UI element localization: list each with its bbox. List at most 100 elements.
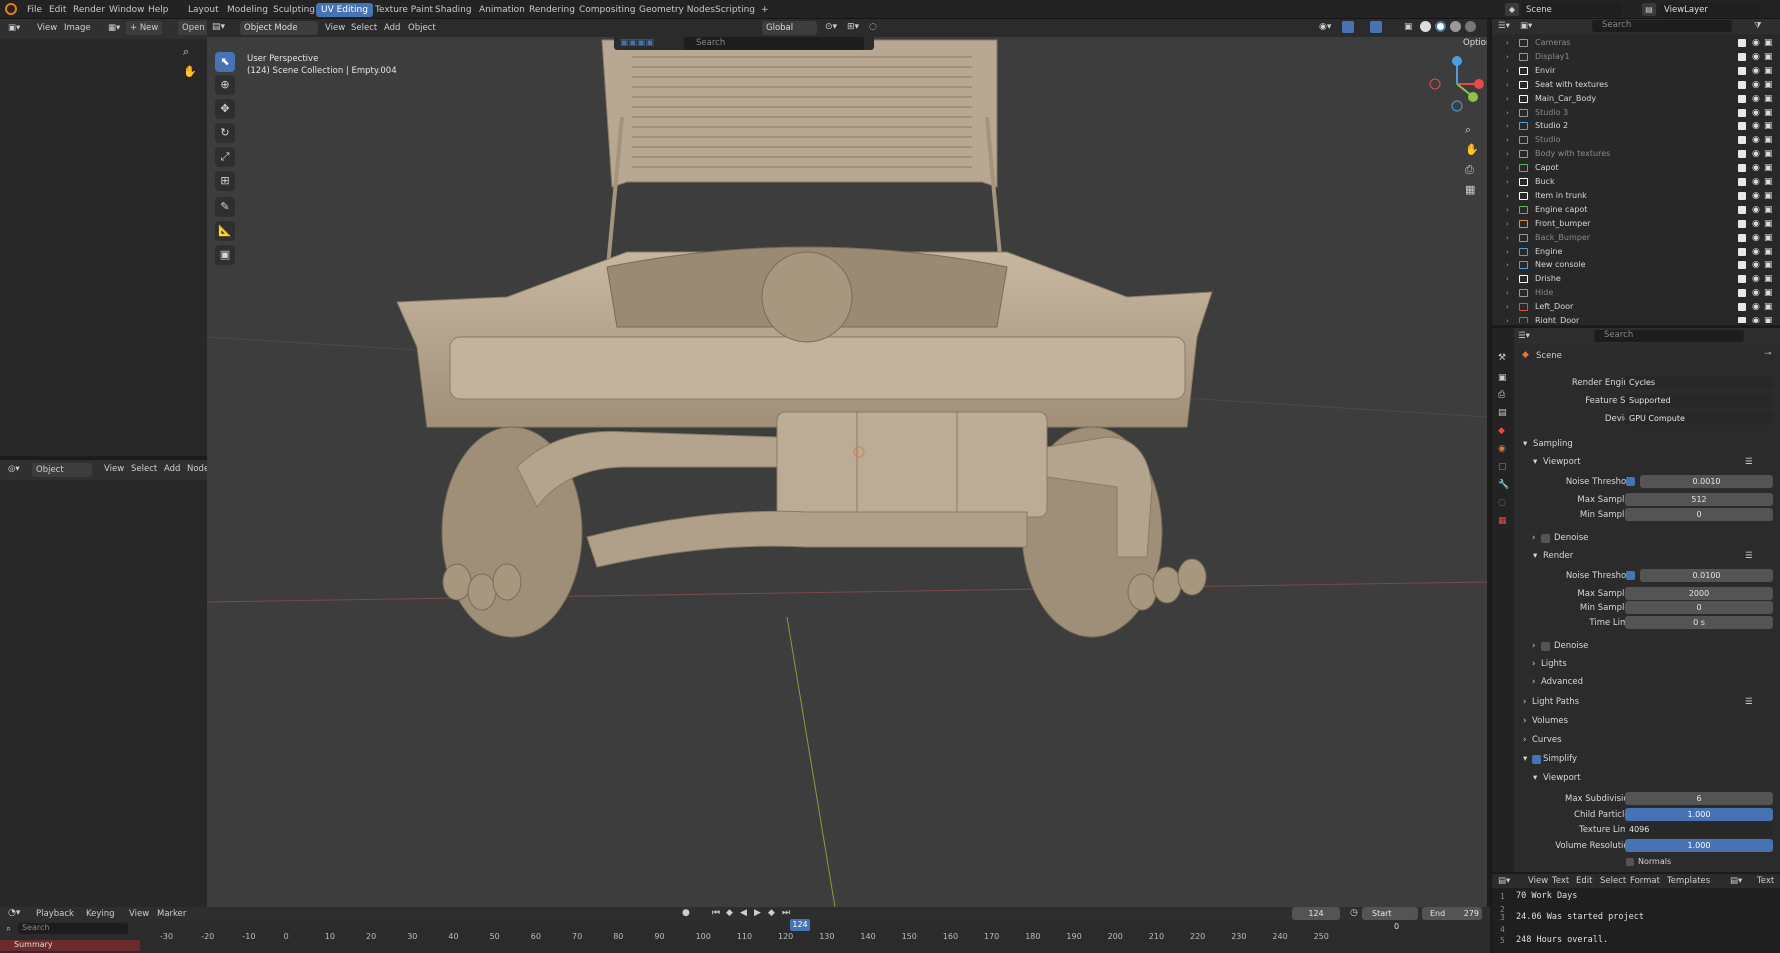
text-line[interactable]: 24.06 Was started project (1516, 912, 1644, 922)
playhead[interactable]: 124 (790, 919, 810, 931)
scene-tab-icon[interactable]: ◆ (1498, 426, 1505, 436)
expand-arrow-icon[interactable]: › (1506, 119, 1509, 133)
visibility-icon[interactable]: ◉▾ (1319, 22, 1331, 32)
outliner-display-icon[interactable]: ▣▾ (1520, 21, 1532, 31)
proportional-edit-icon[interactable]: ◌ (869, 22, 877, 32)
curves-section[interactable]: Curves (1532, 733, 1562, 747)
expand-arrow-icon[interactable]: › (1506, 147, 1509, 161)
viewport-subsection-arrow[interactable]: ▾ (1533, 455, 1537, 469)
outliner-item[interactable]: › Studio 2 ◉ ▣ (1492, 119, 1780, 133)
include-checkbox[interactable] (1738, 136, 1746, 145)
shading-material-icon[interactable] (1450, 21, 1461, 32)
eye-icon[interactable]: ◉ (1752, 135, 1760, 145)
measure-tool-icon[interactable]: 📐 (215, 221, 235, 241)
node-menu-select[interactable]: Select (131, 464, 157, 474)
expand-arrow-icon[interactable]: › (1506, 175, 1509, 189)
viewport-search-input[interactable]: Search (684, 37, 864, 50)
outliner-search-input[interactable]: Search (1592, 20, 1732, 32)
simplify-viewport-subsection[interactable]: Viewport (1543, 771, 1581, 785)
text-datablock-icon[interactable]: ▤▾ (1730, 876, 1742, 886)
expand-arrow-icon[interactable]: › (1506, 161, 1509, 175)
include-checkbox[interactable] (1738, 80, 1746, 89)
timeline-search-input[interactable]: Search (18, 923, 128, 934)
camera-icon[interactable]: ▣ (1764, 274, 1773, 284)
outliner-item[interactable]: › Engine ◉ ▣ (1492, 245, 1780, 259)
include-checkbox[interactable] (1738, 233, 1746, 242)
outliner-item[interactable]: › Back_Bumper ◉ ▣ (1492, 231, 1780, 245)
timeline-menu-marker[interactable]: Marker (157, 909, 186, 919)
camera-icon[interactable]: ▣ (1764, 121, 1773, 131)
camera-icon[interactable]: ▣ (1764, 247, 1773, 257)
eye-icon[interactable]: ◉ (1752, 247, 1760, 257)
simplify-arrow[interactable]: ▾ (1523, 752, 1527, 766)
camera-icon[interactable]: ▣ (1764, 52, 1773, 62)
camera-icon[interactable]: ▣ (1764, 316, 1773, 323)
menu-help[interactable]: Help (143, 3, 174, 17)
include-checkbox[interactable] (1738, 275, 1746, 284)
timeline-menu-keying[interactable]: Keying (86, 909, 115, 919)
camera-view-icon[interactable]: ⎙ (1465, 163, 1474, 177)
camera-icon[interactable]: ▣ (1764, 135, 1773, 145)
include-checkbox[interactable] (1738, 94, 1746, 103)
expand-arrow-icon[interactable]: › (1506, 286, 1509, 300)
expand-arrow-icon[interactable]: › (1506, 64, 1509, 78)
expand-arrow-icon[interactable]: › (1506, 272, 1509, 286)
include-checkbox[interactable] (1738, 164, 1746, 173)
expand-arrow-icon[interactable]: › (1506, 189, 1509, 203)
r-noise-threshold-field[interactable]: 0.0100 (1640, 569, 1773, 582)
timeline-ruler[interactable]: -30 -20 -10 0 10 20 30 40 50 60 70 80 90 100 110 120 130… (140, 919, 1490, 953)
feature-set-dropdown[interactable]: Supported (1625, 394, 1773, 407)
eye-icon[interactable]: ◉ (1752, 121, 1760, 131)
include-checkbox[interactable] (1738, 39, 1746, 47)
r-min-samples-field[interactable]: 0 (1625, 601, 1773, 614)
camera-icon[interactable]: ▣ (1764, 260, 1773, 270)
normals-checkbox[interactable] (1626, 858, 1634, 866)
camera-icon[interactable]: ▣ (1764, 191, 1773, 201)
eye-icon[interactable]: ◉ (1752, 66, 1760, 76)
expand-arrow-icon[interactable]: › (1506, 50, 1509, 64)
text-line[interactable]: 70 Work Days (1516, 891, 1577, 901)
expand-arrow-icon[interactable]: › (1506, 217, 1509, 231)
expand-arrow-icon[interactable]: › (1506, 133, 1509, 147)
include-checkbox[interactable] (1738, 108, 1746, 117)
transform-tool-icon[interactable]: ⊞ (215, 171, 235, 191)
outliner-item[interactable]: › Hide ◉ ▣ (1492, 286, 1780, 300)
render-subsection[interactable]: Render (1543, 549, 1573, 563)
grid-view-icon[interactable]: ▦ (1465, 183, 1475, 196)
vp-max-samples-field[interactable]: 512 (1625, 493, 1773, 506)
text-menu-templates[interactable]: Templates (1667, 876, 1710, 886)
node-editor-type-icon[interactable]: ◎▾ (8, 464, 20, 474)
include-checkbox[interactable] (1738, 122, 1746, 131)
shading-wireframe-icon[interactable] (1420, 21, 1431, 32)
open-image-button[interactable]: Open (178, 21, 209, 35)
render-subsection-arrow[interactable]: ▾ (1533, 549, 1537, 563)
navigation-gizmo[interactable] (1427, 54, 1487, 114)
timeline-menu-view[interactable]: View (129, 909, 149, 919)
light-paths-section[interactable]: Light Paths (1532, 695, 1579, 709)
timeline-type-icon[interactable]: ◔▾ (8, 908, 20, 918)
shading-solid-icon[interactable] (1435, 21, 1446, 32)
properties-search-input[interactable]: Search (1594, 330, 1744, 342)
include-checkbox[interactable] (1738, 317, 1746, 323)
viewport-menu-select[interactable]: Select (351, 23, 377, 33)
outliner-item[interactable]: › Cameras ◉ ▣ (1492, 36, 1780, 50)
camera-icon[interactable]: ▣ (1764, 288, 1773, 298)
eye-icon[interactable]: ◉ (1752, 163, 1760, 173)
vp-min-samples-field[interactable]: 0 (1625, 508, 1773, 521)
time-limit-field[interactable]: 0 s (1625, 616, 1773, 629)
camera-icon[interactable]: ▣ (1764, 108, 1773, 118)
eye-icon[interactable]: ◉ (1752, 149, 1760, 159)
camera-icon[interactable]: ▣ (1764, 66, 1773, 76)
world-tab-icon[interactable]: ◉ (1498, 444, 1506, 454)
select-tool-icon[interactable]: ⬉ (215, 52, 235, 72)
vp-denoise-checkbox[interactable] (1541, 534, 1550, 543)
node-menu-add[interactable]: Add (164, 464, 180, 474)
outliner-item[interactable]: › New console ◉ ▣ (1492, 258, 1780, 272)
text-menu-format[interactable]: Format (1630, 876, 1660, 886)
simplify-section[interactable]: Simplify (1543, 752, 1577, 766)
overlays-toggle-icon[interactable] (1370, 21, 1382, 33)
expand-arrow-icon[interactable]: › (1506, 258, 1509, 272)
pivot-icon[interactable]: ⊙▾ (825, 22, 837, 32)
volumes-section[interactable]: Volumes (1532, 714, 1568, 728)
include-checkbox[interactable] (1738, 178, 1746, 186)
